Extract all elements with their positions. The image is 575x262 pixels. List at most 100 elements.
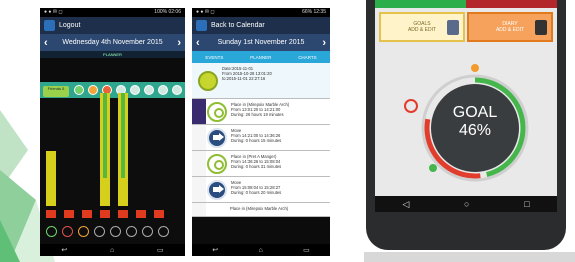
list-item[interactable]: Place in (Mirepoix Marble Arch) From 13:… — [192, 99, 330, 125]
entry-text: Place in (Pret A Manger) From 14:36:26 t… — [231, 154, 282, 169]
recent-apps-icon[interactable]: □ — [524, 199, 529, 209]
date-navigator: ‹ Sunday 1st November 2015 › — [192, 34, 330, 51]
bar-green-overlay — [121, 93, 125, 178]
walker-marker-icon[interactable] — [429, 164, 437, 172]
logout-button[interactable]: Logout — [59, 22, 80, 29]
screen-icon[interactable] — [142, 226, 153, 237]
entry-spacer — [192, 177, 206, 202]
recent-apps-icon[interactable]: ▭ — [303, 246, 310, 254]
status-icons: ● ● ✉ ◻ — [44, 9, 63, 15]
previous-day-button[interactable]: ‹ — [196, 37, 200, 49]
status-battery-time: 66% 12:35 — [302, 9, 326, 15]
bag-icon[interactable] — [126, 226, 137, 237]
previous-day-button[interactable]: ‹ — [44, 37, 48, 49]
list-item[interactable]: Place in (Mirepoix Marble Arch) — [192, 203, 330, 217]
entry-text: Date:2015-11-01 From 2015-10-28 13:01:20… — [222, 66, 272, 81]
entry-text: Place in (Mirepoix Marble Arch) — [230, 206, 289, 211]
entry-text: Move From 14:21:00 to 14:36:26 During: 0… — [231, 128, 282, 143]
app-logo-icon — [44, 20, 55, 31]
tab-charts[interactable]: CHARTS — [298, 55, 316, 60]
taskbar-strip — [364, 252, 575, 262]
tab-planner[interactable]: PLANNER — [250, 55, 271, 60]
activity-chart — [40, 93, 185, 224]
entry-spacer — [192, 125, 206, 150]
moon-marker-icon — [192, 99, 206, 124]
bottom-icon-row — [40, 223, 185, 241]
bar-red — [82, 210, 92, 218]
tab-events[interactable]: EVENTS — [205, 55, 223, 60]
next-day-button[interactable]: › — [177, 37, 181, 49]
cup-icon[interactable] — [110, 226, 121, 237]
goal-label: GOAL — [452, 104, 498, 121]
bar-yellow — [46, 151, 56, 206]
home-icon[interactable]: ⌂ — [110, 247, 114, 254]
medal-icon — [198, 71, 218, 91]
walk-icon[interactable] — [74, 85, 84, 95]
moon-icon[interactable] — [130, 85, 140, 95]
tab-planner[interactable]: PLANNER — [40, 51, 185, 58]
entry-spacer — [192, 151, 206, 176]
current-date: Sunday 1st November 2015 — [217, 39, 305, 46]
back-icon[interactable]: ↩ — [61, 246, 67, 254]
android-nav-bar: ◁ ○ □ — [375, 196, 557, 212]
list-item[interactable]: Date:2015-11-01 From 2015-10-28 13:01:20… — [192, 63, 330, 99]
tv-icon[interactable] — [172, 85, 182, 95]
food-icon[interactable] — [144, 85, 154, 95]
bar-red — [100, 210, 110, 218]
goal-readout: GOAL 46% — [434, 104, 516, 140]
bar-green-overlay — [103, 93, 107, 178]
phone-icon[interactable] — [158, 226, 169, 237]
android-nav-bar: ↩ ⌂ ▭ — [192, 244, 330, 256]
status-bar: ● ● ✉ ◻ 66% 12:35 — [192, 8, 330, 17]
bar-red — [46, 210, 56, 218]
next-day-button[interactable]: › — [322, 37, 326, 49]
date-navigator: ‹ Wednesday 4th November 2015 › — [40, 34, 185, 51]
list-item[interactable]: Move From 14:21:00 to 14:36:26 During: 0… — [192, 125, 330, 151]
tab-bar: EVENTS PLANNER CHARTS — [192, 51, 330, 63]
entry-text: Place in (Mirepoix Marble Arch) From 13:… — [231, 102, 290, 117]
location-pin-icon — [207, 102, 227, 122]
goals-tile[interactable]: GOALS ADD & EDIT — [379, 12, 465, 42]
friends-badge[interactable]: Friends 5 — [43, 86, 69, 97]
back-icon[interactable]: ◁ — [402, 199, 409, 210]
entry-spacer — [192, 203, 206, 216]
entry-text: Move From 15:08:04 to 15:28:27 During: 0… — [231, 180, 282, 195]
status-icons: ● ● ✉ ◻ — [196, 9, 215, 15]
status-battery-time: 100% 02:06 — [154, 9, 181, 15]
goal-screen: GOALS ADD & EDIT DIARY ADD & EDIT GOAL 4… — [375, 0, 557, 212]
gauge-marker-icon[interactable] — [404, 99, 418, 113]
flame-marker-icon[interactable] — [471, 64, 479, 72]
bar-red — [154, 210, 164, 218]
back-to-calendar-button[interactable]: Back to Calendar — [211, 22, 265, 29]
back-icon[interactable]: ↩ — [212, 246, 218, 254]
phone-goal: GOALS ADD & EDIT DIARY ADD & EDIT GOAL 4… — [366, 0, 566, 250]
home-icon[interactable]: ○ — [464, 199, 469, 209]
top-tile-right[interactable] — [466, 0, 557, 8]
location-pin-icon — [207, 154, 227, 174]
phone-calendar: ● ● ✉ ◻ 66% 12:35 Back to Calendar ‹ Sun… — [192, 8, 330, 256]
drink-icon[interactable] — [158, 85, 168, 95]
android-nav-bar: ↩ ⌂ ▭ — [40, 244, 185, 256]
goals-book-icon — [447, 20, 459, 35]
goal-percent: 46% — [458, 122, 492, 139]
gauge-icon[interactable] — [88, 85, 98, 95]
app-bar: Logout — [40, 17, 185, 34]
current-date: Wednesday 4th November 2015 — [62, 39, 163, 46]
diary-tile[interactable]: DIARY ADD & EDIT — [467, 12, 553, 42]
top-tile-left[interactable] — [375, 0, 466, 8]
home-icon[interactable]: ⌂ — [259, 247, 263, 254]
move-arrow-icon — [207, 128, 227, 148]
sleep-icon[interactable] — [94, 226, 105, 237]
app-logo-icon — [196, 20, 207, 31]
move-arrow-icon — [207, 180, 227, 200]
flame-icon[interactable] — [78, 226, 89, 237]
list-item[interactable]: Move From 15:08:04 to 15:28:27 During: 0… — [192, 177, 330, 203]
heartbeat-icon[interactable] — [62, 226, 73, 237]
app-bar: Back to Calendar — [192, 17, 330, 34]
recent-apps-icon[interactable]: ▭ — [157, 246, 164, 254]
list-item[interactable]: Place in (Pret A Manger) From 14:36:26 t… — [192, 151, 330, 177]
bar-red — [64, 210, 74, 218]
walker-icon[interactable] — [46, 226, 57, 237]
bar-red — [136, 210, 146, 218]
event-list: Date:2015-11-01 From 2015-10-28 13:01:20… — [192, 63, 330, 217]
